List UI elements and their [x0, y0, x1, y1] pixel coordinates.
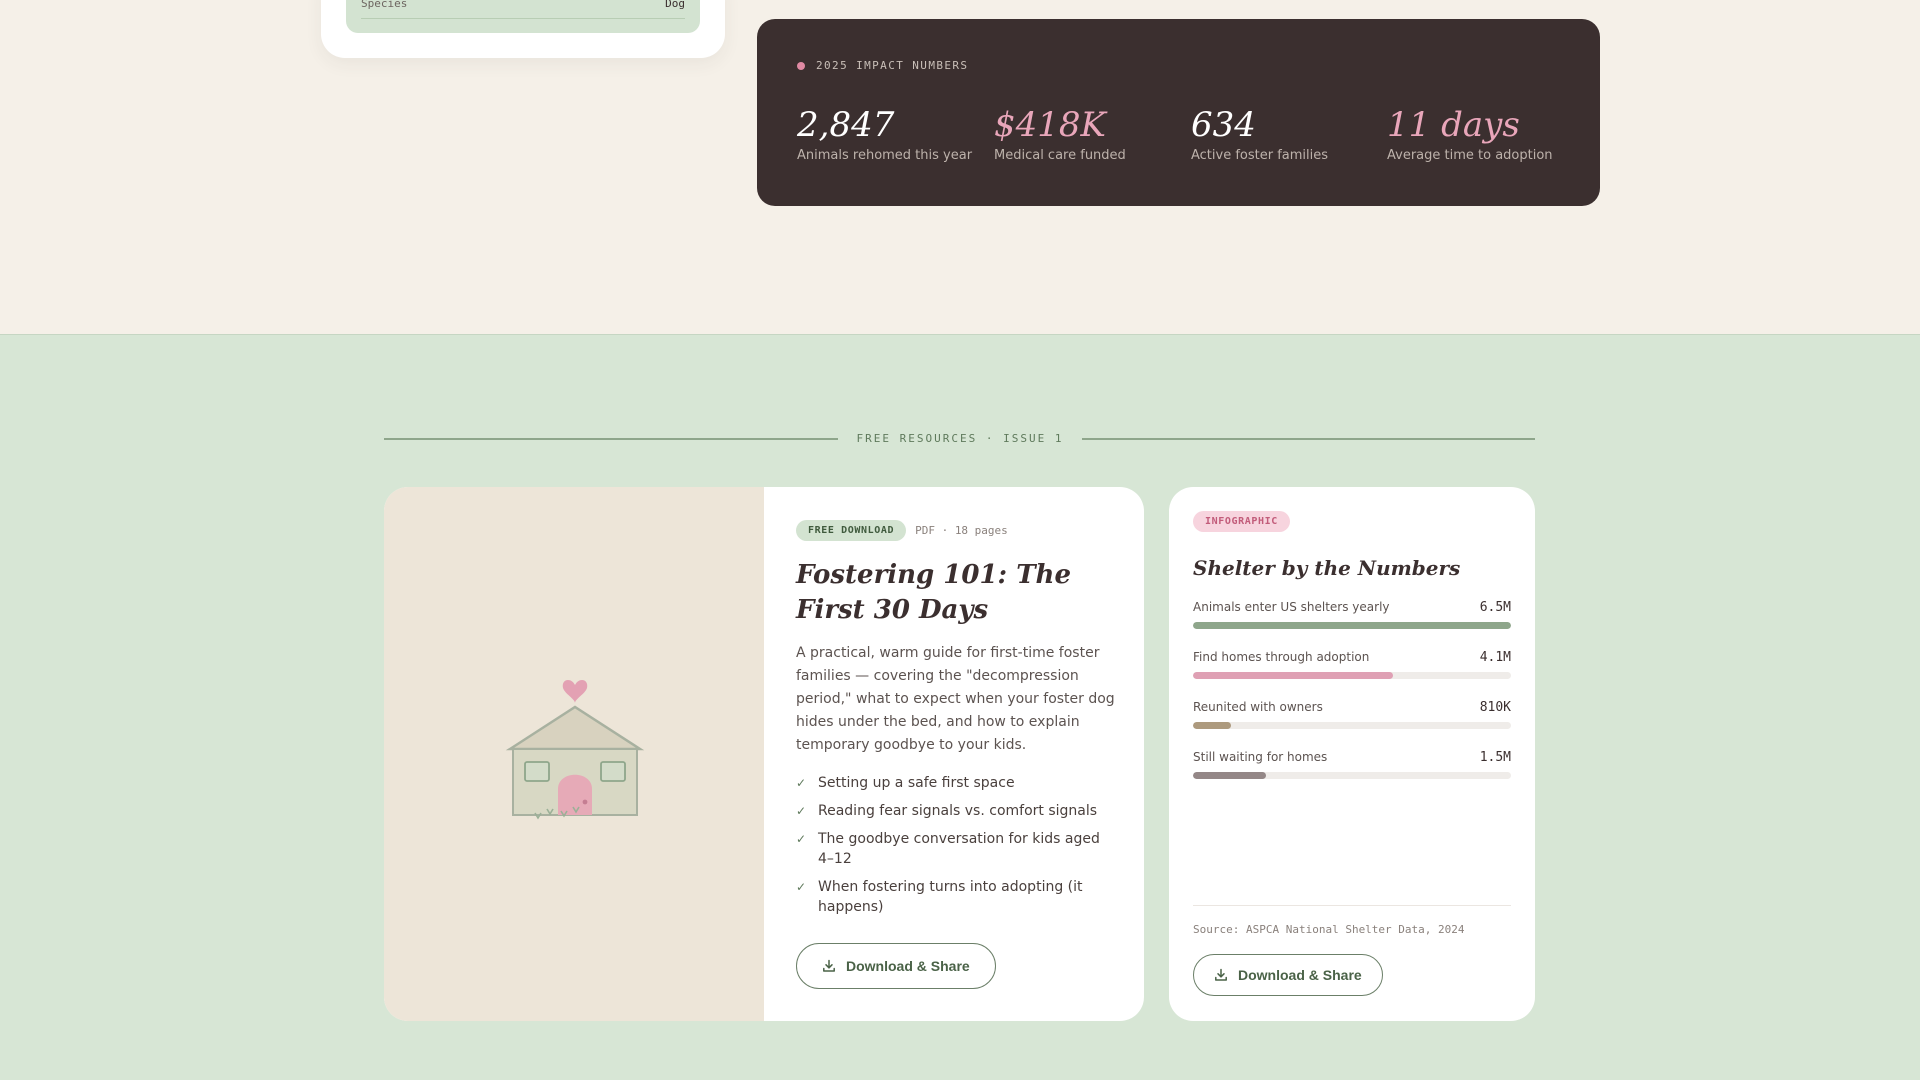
- checklist-item-label: Reading fear signals vs. comfort signals: [818, 803, 1098, 819]
- impact-title: 2025 IMPACT NUMBERS: [816, 59, 969, 72]
- row-label: Animals enter US shelters yearly: [1193, 600, 1390, 614]
- species-row: Species Dog: [361, 0, 685, 19]
- check-icon: ✓: [796, 832, 807, 846]
- source-citation: Source: ASPCA National Shelter Data, 202…: [1193, 923, 1465, 936]
- house-heart-illustration: [505, 679, 645, 820]
- button-label: Download & Share: [1238, 967, 1362, 983]
- stat-label: Active foster families: [1191, 148, 1329, 163]
- stat-value: 11 days: [1387, 105, 1520, 145]
- progress-track: [1193, 772, 1511, 779]
- infographic-download-share-button[interactable]: Download & Share: [1193, 954, 1383, 996]
- guide-description: A practical, warm guide for first-time f…: [796, 645, 1115, 753]
- stat-label: Average time to adoption: [1387, 148, 1553, 163]
- pet-profile-details: Species Dog: [346, 0, 700, 33]
- infographic-badge: INFOGRAPHIC: [1193, 511, 1290, 532]
- infographic-title: Shelter by the Numbers: [1193, 556, 1461, 580]
- checklist-item: ✓ Reading fear signals vs. comfort signa…: [796, 801, 1116, 821]
- pet-profile-card: Species Dog: [321, 0, 725, 58]
- guide-illustration: [384, 487, 764, 1021]
- progress-fill: [1193, 772, 1267, 779]
- checklist-item-label: When fostering turns into adopting (it h…: [818, 879, 1083, 915]
- infographic-row: Reunited with owners 810K: [1193, 700, 1511, 729]
- check-icon: ✓: [796, 776, 807, 790]
- stat-label: Animals rehomed this year: [797, 148, 973, 163]
- free-download-badge: FREE DOWNLOAD: [796, 520, 907, 541]
- species-label: Species: [361, 0, 408, 10]
- species-value: Dog: [665, 0, 685, 10]
- free-resources-section: FREE RESOURCES · ISSUE 1 FREE DOWNLOAD P…: [0, 334, 1920, 1080]
- stat-value: $418K: [994, 105, 1106, 145]
- stat-value: 634: [1191, 105, 1256, 145]
- file-meta: PDF · 18 pages: [915, 524, 1008, 537]
- checklist-item: ✓ The goodbye conversation for kids aged…: [796, 829, 1116, 869]
- infographic-row: Animals enter US shelters yearly 6.5M: [1193, 600, 1511, 629]
- guide-title: Fostering 101: The First 30 Days: [796, 560, 1071, 625]
- guide-checklist: ✓ Setting up a safe first space ✓ Readin…: [796, 773, 1116, 917]
- impact-stat-adoption-time: 11 days Average time to adoption: [1387, 105, 1577, 163]
- row-label: Still waiting for homes: [1193, 750, 1328, 764]
- impact-stat-medical: $418K Medical care funded: [994, 105, 1184, 163]
- progress-track: [1193, 672, 1511, 679]
- row-label: Find homes through adoption: [1193, 650, 1370, 664]
- check-icon: ✓: [796, 880, 807, 894]
- checklist-item-label: Setting up a safe first space: [818, 775, 1015, 791]
- divider: [1193, 905, 1511, 906]
- resources-heading: FREE RESOURCES · ISSUE 1: [856, 432, 1064, 445]
- infographic-row: Still waiting for homes 1.5M: [1193, 750, 1511, 779]
- checklist-item: ✓ When fostering turns into adopting (it…: [796, 877, 1116, 917]
- impact-heading: 2025 IMPACT NUMBERS: [797, 59, 968, 72]
- dot-icon: [797, 61, 805, 70]
- checklist-item-label: The goodbye conversation for kids aged 4…: [818, 831, 1100, 867]
- top-section: Species Dog 2025 IMPACT NUMBERS 2,847 An…: [0, 0, 1920, 334]
- impact-stat-fosters: 634 Active foster families: [1191, 105, 1381, 163]
- checklist-item: ✓ Setting up a safe first space: [796, 773, 1116, 793]
- progress-track: [1193, 722, 1511, 729]
- impact-numbers-card: 2025 IMPACT NUMBERS 2,847 Animals rehome…: [757, 19, 1600, 206]
- progress-track: [1193, 622, 1511, 629]
- download-icon: [823, 959, 835, 972]
- impact-stat-rehomed: 2,847 Animals rehomed this year: [797, 105, 987, 163]
- check-icon: ✓: [796, 804, 807, 818]
- fostering-guide-card: FREE DOWNLOAD PDF · 18 pages Fostering 1…: [384, 487, 1144, 1021]
- download-icon: [1215, 968, 1227, 981]
- row-label: Reunited with owners: [1193, 700, 1323, 714]
- shelter-infographic-card: INFOGRAPHIC Shelter by the Numbers Anima…: [1169, 487, 1535, 1021]
- row-value: 810K: [1479, 700, 1511, 715]
- progress-fill: [1193, 672, 1394, 679]
- button-label: Download & Share: [846, 958, 970, 974]
- row-value: 4.1M: [1479, 650, 1511, 665]
- infographic-row: Find homes through adoption 4.1M: [1193, 650, 1511, 679]
- guide-meta: FREE DOWNLOAD PDF · 18 pages: [796, 520, 1116, 541]
- guide-content: FREE DOWNLOAD PDF · 18 pages Fostering 1…: [796, 520, 1116, 989]
- progress-fill: [1193, 622, 1511, 629]
- progress-fill: [1193, 722, 1232, 729]
- stat-label: Medical care funded: [994, 148, 1126, 163]
- stat-value: 2,847: [797, 105, 895, 145]
- row-value: 6.5M: [1479, 600, 1511, 615]
- guide-download-share-button[interactable]: Download & Share: [796, 943, 996, 989]
- row-value: 1.5M: [1479, 750, 1511, 765]
